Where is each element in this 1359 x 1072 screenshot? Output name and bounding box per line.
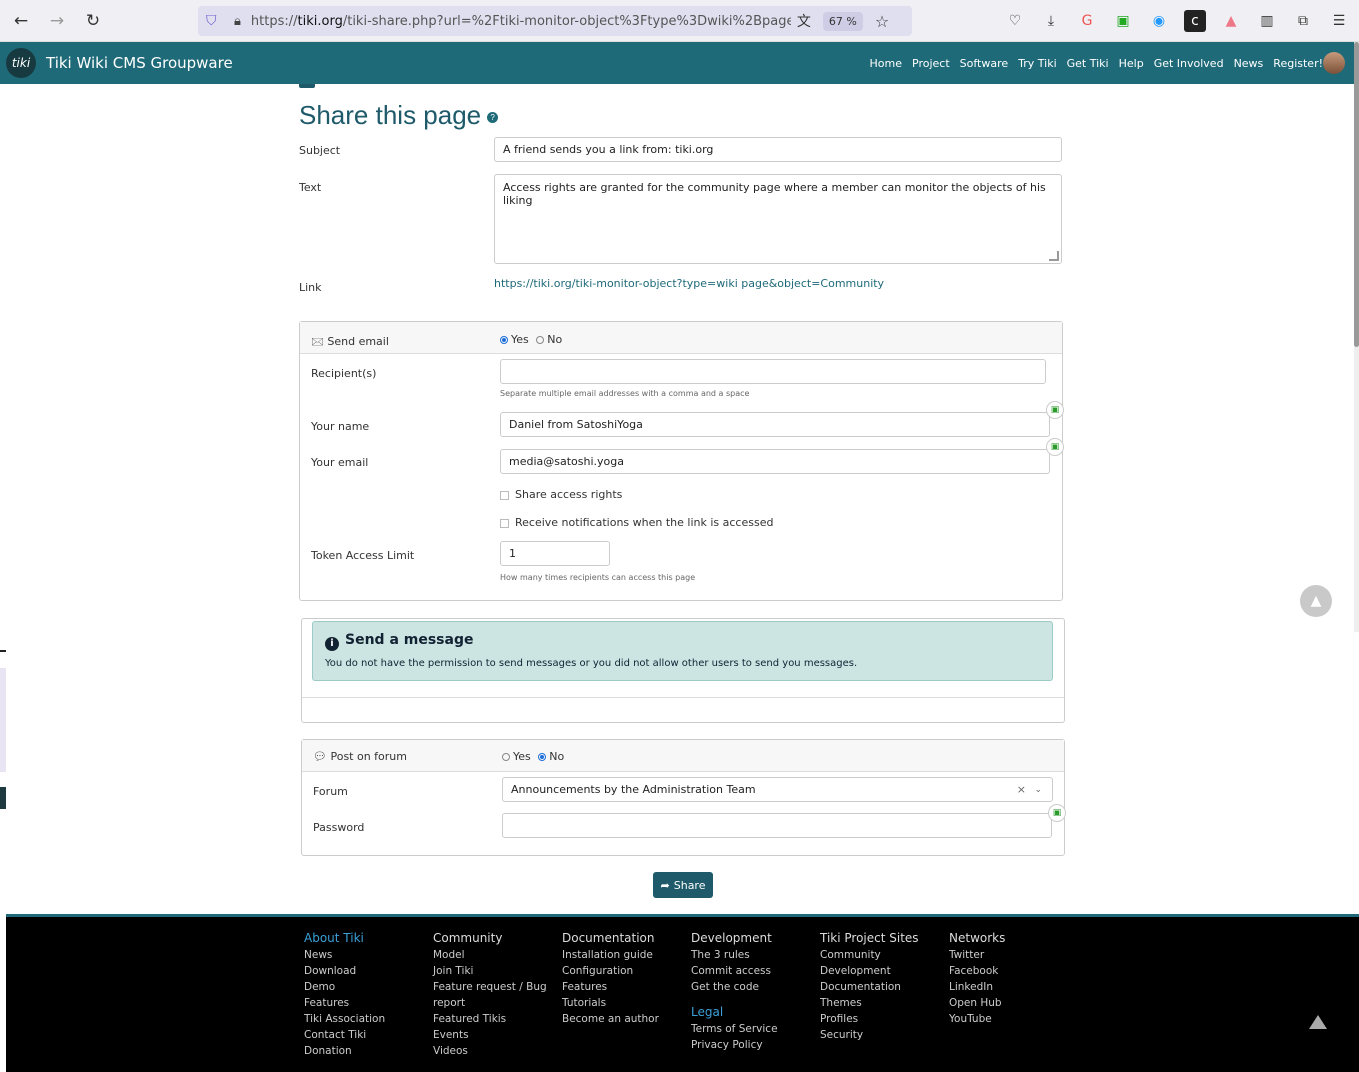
nav-get-involved[interactable]: Get Involved [1154, 57, 1224, 70]
forum-select[interactable]: Announcements by the Administration Team… [502, 777, 1053, 802]
recipients-hint: Separate multiple email addresses with a… [500, 389, 750, 398]
site-title[interactable]: Tiki Wiki CMS Groupware [46, 54, 233, 72]
back-to-top-icon[interactable] [1309, 1015, 1327, 1029]
your-name-input[interactable]: Daniel from SatoshiYoga [500, 412, 1050, 437]
recipients-input[interactable] [500, 359, 1046, 384]
top-nav: Home Project Software Try Tiki Get Tiki … [870, 57, 1323, 70]
info-icon: i [325, 637, 339, 651]
send-email-header: 🖂︎ Send email [311, 335, 389, 348]
comments-icon: 💬︎ [313, 750, 327, 763]
autofill-icon[interactable]: ▣ [1048, 804, 1066, 822]
extension-c-icon[interactable]: c [1184, 10, 1206, 32]
token-limit-hint: How many times recipients can access thi… [500, 573, 696, 582]
text-textarea[interactable]: Access rights are granted for the commun… [494, 174, 1062, 264]
forum-label: Forum [313, 785, 348, 798]
share-icon: ➦ [660, 878, 670, 892]
your-email-input[interactable]: media@satoshi.yoga [500, 449, 1050, 474]
offscreen-fragment [0, 668, 6, 772]
nav-project[interactable]: Project [912, 57, 950, 70]
footer-col-development: Development The 3 rules Commit access Ge… [691, 931, 778, 1051]
nav-try-tiki[interactable]: Try Tiki [1018, 57, 1057, 70]
permission-alert: i Send a message You do not have the perm… [312, 621, 1053, 681]
translate-icon[interactable]: 文 [797, 11, 811, 31]
share-link[interactable]: https://tiki.org/tiki-monitor-object?typ… [494, 277, 884, 290]
footer-col-community: Community Model Join Tiki Feature reques… [433, 931, 547, 1057]
autofill-icon[interactable]: ▣ [1046, 401, 1064, 419]
nav-software[interactable]: Software [960, 57, 1009, 70]
alert-text: You do not have the permission to send m… [325, 658, 858, 669]
footer-col-project-sites: Tiki Project Sites Community Development… [820, 931, 919, 1041]
resize-handle-icon[interactable] [1049, 251, 1059, 261]
menu-icon[interactable]: ☰ [1328, 10, 1350, 32]
address-bar[interactable]: ⛉ 🔒︎ https://tiki.org/tiki-share.php?url… [198, 6, 912, 36]
post-forum-yes-radio[interactable] [502, 753, 510, 761]
zoom-level[interactable]: 67 % [822, 11, 863, 31]
reload-icon[interactable]: ↻ [80, 8, 106, 34]
envelope-icon: 🖂︎ [311, 335, 324, 348]
page-title: Share this page? [299, 100, 499, 131]
chevron-down-icon[interactable]: ⌄ [1034, 785, 1042, 795]
metamask-icon[interactable]: ▲ [1220, 10, 1242, 32]
browser-toolbar: ← → ↻ ⛉ 🔒︎ https://tiki.org/tiki-share.p… [0, 0, 1359, 42]
site-footer: About Tiki News Download Demo Features T… [6, 914, 1359, 1072]
footer-col-about: About Tiki News Download Demo Features T… [304, 931, 386, 1057]
subject-label: Subject [299, 144, 341, 157]
password-label: Password [313, 821, 365, 834]
notify-option: Receive notifications when the link is a… [500, 516, 773, 529]
bookmark-star-icon[interactable]: ☆ [875, 12, 889, 31]
extension-g-icon[interactable]: G [1076, 10, 1098, 32]
extension-bars-icon[interactable]: ▥ [1256, 10, 1278, 32]
scroll-up-icon[interactable]: ▲ [1300, 585, 1332, 617]
pocket-icon[interactable]: ♡ [1004, 10, 1026, 32]
share-rights-option: Share access rights [500, 488, 622, 501]
post-forum-header: 💬︎ Post on forum [313, 750, 407, 763]
collapsed-tab[interactable] [299, 84, 315, 88]
url-text[interactable]: https://tiki.org/tiki-share.php?url=%2Ft… [251, 14, 791, 29]
nav-news[interactable]: News [1234, 57, 1264, 70]
nav-home[interactable]: Home [870, 57, 902, 70]
nav-help[interactable]: Help [1119, 57, 1144, 70]
share-button[interactable]: ➦ Share [653, 872, 713, 898]
token-limit-input[interactable]: 1 [500, 541, 610, 566]
token-limit-label: Token Access Limit [311, 549, 415, 562]
lock-icon[interactable]: 🔒︎ [234, 14, 241, 29]
nav-get-tiki[interactable]: Get Tiki [1067, 57, 1109, 70]
your-email-label: Your email [311, 456, 369, 469]
your-name-label: Your name [311, 420, 370, 433]
help-icon[interactable]: ? [487, 111, 499, 123]
footer-col-networks: Networks Twitter Facebook LinkedIn Open … [949, 931, 1006, 1025]
subject-input[interactable]: A friend sends you a link from: tiki.org [494, 137, 1062, 162]
offscreen-fragment [0, 650, 6, 652]
post-forum-no-radio[interactable] [538, 753, 547, 761]
autofill-icon[interactable]: ▣ [1046, 438, 1064, 456]
tiki-logo[interactable]: tiki [6, 48, 36, 78]
send-email-options: Yes No [500, 333, 562, 346]
send-email-no-radio[interactable] [536, 336, 545, 344]
back-icon[interactable]: ← [8, 8, 34, 34]
notify-checkbox[interactable] [500, 518, 509, 528]
forward-icon[interactable]: → [44, 8, 70, 34]
download-icon[interactable]: ⤓ [1040, 10, 1062, 32]
link-label: Link [299, 281, 322, 294]
main-content: Share this page? Subject A friend sends … [0, 84, 1359, 914]
shield-icon[interactable]: ⛉ [206, 13, 222, 29]
extension-blue-icon[interactable]: ◉ [1148, 10, 1170, 32]
alert-title: i Send a message [325, 632, 473, 651]
avatar[interactable] [1323, 52, 1345, 74]
extensions-puzzle-icon[interactable]: ⧉ [1292, 10, 1314, 32]
post-forum-panel: 💬︎ Post on forum Yes No Forum Announceme… [301, 739, 1066, 856]
clear-icon[interactable]: × [1017, 783, 1026, 796]
text-label: Text [299, 181, 322, 194]
share-rights-checkbox[interactable] [500, 490, 509, 500]
send-email-panel: 🖂︎ Send email Yes No Recipient(s) Separa… [299, 321, 1064, 601]
extension-green-icon[interactable]: ▣ [1112, 10, 1134, 32]
offscreen-fragment [0, 787, 6, 809]
site-navbar: tiki Tiki Wiki CMS Groupware Home Projec… [0, 42, 1359, 84]
send-email-yes-radio[interactable] [500, 336, 508, 344]
nav-register[interactable]: Register! [1273, 57, 1323, 70]
recipients-label: Recipient(s) [311, 367, 377, 380]
post-forum-options: Yes No [502, 750, 564, 763]
footer-col-documentation: Documentation Installation guide Configu… [562, 931, 659, 1025]
password-input[interactable] [502, 813, 1052, 838]
